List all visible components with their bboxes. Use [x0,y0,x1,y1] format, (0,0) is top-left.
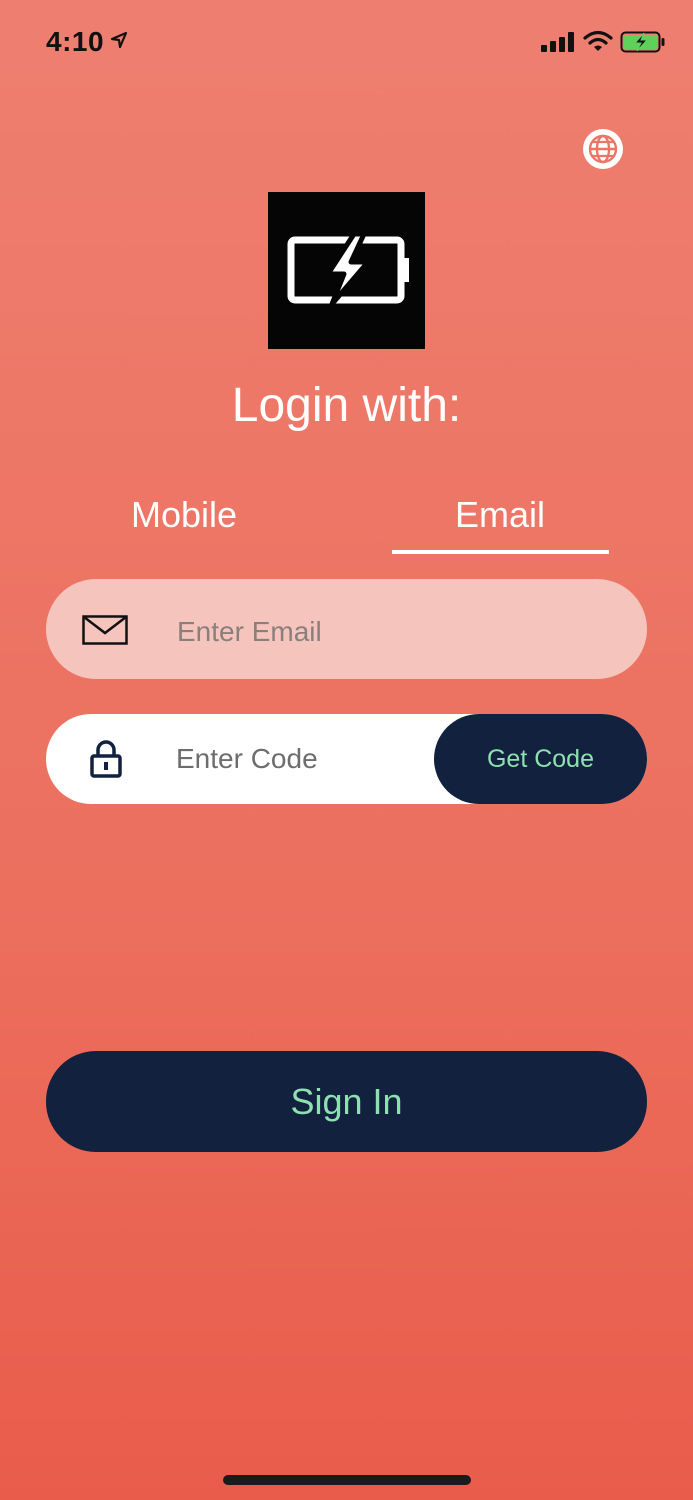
tab-mobile[interactable]: Mobile [76,494,292,536]
status-time: 4:10 [46,26,105,57]
battery-charging-icon [620,31,665,53]
home-indicator [223,1475,471,1485]
location-arrow-icon [110,31,128,49]
lock-icon [90,740,122,778]
email-input[interactable] [177,615,617,649]
code-input[interactable] [176,742,426,776]
tab-email[interactable]: Email [392,494,608,536]
active-tab-indicator [392,550,609,554]
battery-charging-icon [287,231,409,307]
get-code-button[interactable]: Get Code [434,714,647,804]
globe-icon[interactable] [582,128,624,170]
email-field[interactable] [46,579,647,679]
app-logo [268,192,425,349]
page-title: Login with: [231,379,462,432]
code-field[interactable]: Get Code [46,714,647,804]
wifi-icon [583,30,613,51]
sign-in-button[interactable]: Sign In [46,1051,647,1152]
status-bar: 4:10 [0,0,693,84]
mail-icon [82,615,128,645]
cellular-signal-icon [541,32,574,52]
